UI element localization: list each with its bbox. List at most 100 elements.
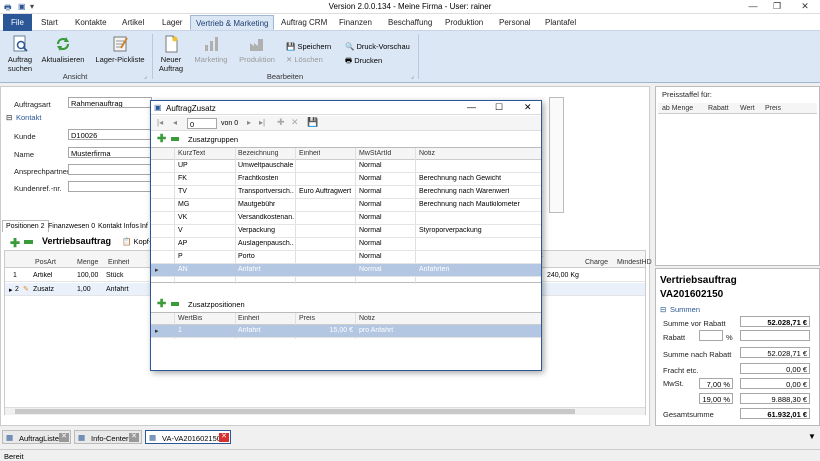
status-text: Bereit — [4, 452, 24, 461]
kopf-button[interactable]: 📋 Kopf- — [122, 237, 151, 246]
tab-positionen[interactable]: Positionen 2 — [2, 220, 49, 232]
menu-bar: File Start Kontakte Artikel Lager Vertri… — [0, 14, 820, 31]
menu-plantafel[interactable]: Plantafel — [540, 15, 581, 30]
print-preview-icon: 🔍 — [345, 42, 355, 51]
rabatt-percent-field[interactable] — [699, 330, 723, 341]
name-field[interactable]: Musterfirma — [68, 147, 152, 158]
preisstaffel-header: ab Menge Rabatt Wert Preis — [658, 103, 817, 114]
summary-number: VA201602150 — [660, 289, 724, 300]
doctab-va[interactable]: ▦ VA-VA201602150 ✕ — [145, 430, 231, 444]
pick-list-icon — [113, 36, 128, 52]
table-row[interactable]: FK Frachtkosten Normal Berechnung nach Gewi… — [151, 173, 541, 186]
minimize-icon[interactable]: — — [742, 1, 764, 13]
add-group-icon[interactable]: ✚ — [157, 132, 166, 145]
add-record-icon[interactable]: ✚ — [277, 117, 285, 128]
lager-pickliste-button[interactable]: Lager-Pickliste — [92, 35, 148, 64]
close-tab-icon[interactable]: ✕ — [219, 433, 229, 442]
close-icon[interactable]: ✕ — [794, 1, 816, 13]
rabatt-value-field[interactable] — [740, 330, 810, 341]
zusatzgruppen-header: KurzText Bezeichnung Einheit MwStArtId N… — [151, 148, 541, 160]
aktualisieren-button[interactable]: Aktualisieren — [40, 35, 86, 64]
remove-group-icon[interactable] — [171, 137, 179, 141]
summary-title: Vertriebsauftrag — [660, 275, 737, 286]
zusatzpositionen-grid: WertBis Einheit Preis Notiz ▸ 1 Anfahrt … — [151, 312, 541, 339]
table-row[interactable]: MG Mautgebühr Normal Berechnung nach Mautki… — [151, 199, 541, 212]
table-row[interactable]: VK Versandkostenan... Normal — [151, 212, 541, 225]
auftrag-suchen-button[interactable]: Auftrag suchen — [4, 35, 36, 73]
first-record-icon[interactable]: |◂ — [157, 118, 163, 127]
summen-label: Summen — [670, 305, 701, 314]
next-record-icon[interactable]: ▸ — [247, 118, 251, 127]
neuer-auftrag-button[interactable]: Neuer Auftrag — [155, 35, 187, 73]
scrollbar-thumb[interactable] — [15, 409, 575, 414]
drucken-button[interactable]: 🖶 Drucken — [345, 55, 382, 68]
produktion-button[interactable]: Produktion — [236, 35, 278, 64]
menu-kontakte[interactable]: Kontakte — [70, 15, 112, 30]
edit-pencil-icon: ✎ — [23, 286, 29, 293]
fracht-value: 0,00 € — [740, 363, 810, 374]
menu-file[interactable]: File — [3, 14, 32, 31]
tab-kontakt-infos[interactable]: Kontakt Infos — [96, 221, 141, 232]
tab-list-dropdown-icon[interactable]: ▼ — [808, 432, 816, 441]
zusatzpositionen-label: Zusatzpositionen — [188, 300, 245, 309]
auftragsart-select[interactable]: Rahmenauftrag — [68, 97, 152, 108]
menu-beschaffung[interactable]: Beschaffung — [383, 15, 437, 30]
save-record-icon[interactable]: 💾 — [307, 117, 318, 128]
menu-start[interactable]: Start — [36, 15, 63, 30]
name-label: Name — [14, 150, 35, 159]
menu-finanzen[interactable]: Finanzen — [334, 15, 377, 30]
delete-record-icon[interactable]: ✕ — [291, 117, 299, 128]
kundenref-field[interactable] — [68, 181, 152, 192]
remove-position-icon[interactable] — [24, 240, 33, 244]
ansprechpartner-field[interactable] — [68, 164, 152, 175]
tab-finanzwesen[interactable]: Finanzwesen 0 — [46, 221, 97, 232]
dialog-close-icon[interactable]: ✕ — [524, 102, 532, 113]
mwst2-value: 9.888,30 € — [740, 393, 810, 404]
title-bar: 🖶 ▣ ▾ Version 2.0.0.134 - Meine Firma - … — [0, 0, 820, 14]
table-row[interactable]: TV Transportversich... Euro Auftragwert Nor… — [151, 186, 541, 199]
ribbon-separator — [152, 34, 153, 79]
status-bar: Bereit — [0, 449, 820, 461]
table-row-selected[interactable]: ▸ AN Anfahrt Normal Anfahrten — [151, 264, 541, 277]
menu-artikel[interactable]: Artikel — [117, 15, 149, 30]
doctab-auftragliste[interactable]: ▦ AuftragListe ✕ — [2, 430, 71, 444]
group-bearbeiten-launcher-icon[interactable]: ⌟ — [411, 73, 414, 80]
marketing-button[interactable]: Marketing — [192, 35, 230, 64]
group-bearbeiten-label: Bearbeiten — [266, 72, 304, 81]
kundenref-label: Kundenref.-nr. — [14, 184, 62, 193]
menu-personal[interactable]: Personal — [494, 15, 536, 30]
table-row[interactable]: AP Auslagenpausch... Normal — [151, 238, 541, 251]
menu-auftrag-crm[interactable]: Auftrag CRM — [276, 15, 332, 30]
add-position-icon[interactable]: ✚ — [10, 236, 20, 250]
close-tab-icon[interactable]: ✕ — [59, 433, 69, 442]
table-row-selected[interactable]: ▸ 1 Anfahrt 15,00 € pro Anfahrt — [151, 325, 541, 338]
doctab-info-center[interactable]: ▦ Info-Center ✕ — [74, 430, 142, 444]
close-tab-icon[interactable]: ✕ — [129, 433, 139, 442]
kunde-field[interactable]: D10026 — [68, 129, 152, 140]
dialog-app-icon: ▣ — [154, 103, 162, 112]
menu-produktion[interactable]: Produktion — [440, 15, 488, 30]
table-row[interactable]: V Verpackung Normal Styroporverpackung — [151, 225, 541, 238]
summen-collapse-icon[interactable]: ⊟ — [660, 305, 666, 314]
remove-zusatzposition-icon[interactable] — [171, 302, 179, 306]
table-row[interactable]: P Porto Normal — [151, 251, 541, 264]
horizontal-scrollbar[interactable] — [5, 407, 645, 415]
kontakt-collapse-icon[interactable]: ⊟ — [6, 113, 12, 122]
ribbon-right-area — [655, 31, 820, 83]
loeschen-button[interactable]: ✕ Löschen — [286, 55, 323, 64]
menu-lager[interactable]: Lager — [157, 15, 187, 30]
previous-record-icon[interactable]: ◂ — [173, 118, 177, 127]
menu-vertrieb-marketing[interactable]: Vertrieb & Marketing — [190, 15, 275, 30]
dialog-minimize-icon[interactable]: — — [467, 102, 476, 112]
table-row[interactable]: UP Umweltpauschale Normal — [151, 160, 541, 173]
dialog-maximize-icon[interactable]: ☐ — [495, 102, 503, 113]
add-zusatzposition-icon[interactable]: ✚ — [157, 297, 166, 310]
search-document-icon — [13, 35, 28, 52]
last-record-icon[interactable]: ▸| — [259, 118, 265, 127]
speichern-button[interactable]: 💾 Speichern — [286, 42, 331, 51]
group-ansicht-launcher-icon[interactable]: ⌟ — [144, 73, 147, 80]
tab-infos[interactable]: Inf — [140, 221, 148, 232]
druck-vorschau-button[interactable]: 🔍 Druck-Vorschau — [345, 42, 410, 51]
restore-icon[interactable]: ❐ — [766, 1, 788, 13]
record-position-field[interactable]: 0 — [187, 118, 217, 129]
